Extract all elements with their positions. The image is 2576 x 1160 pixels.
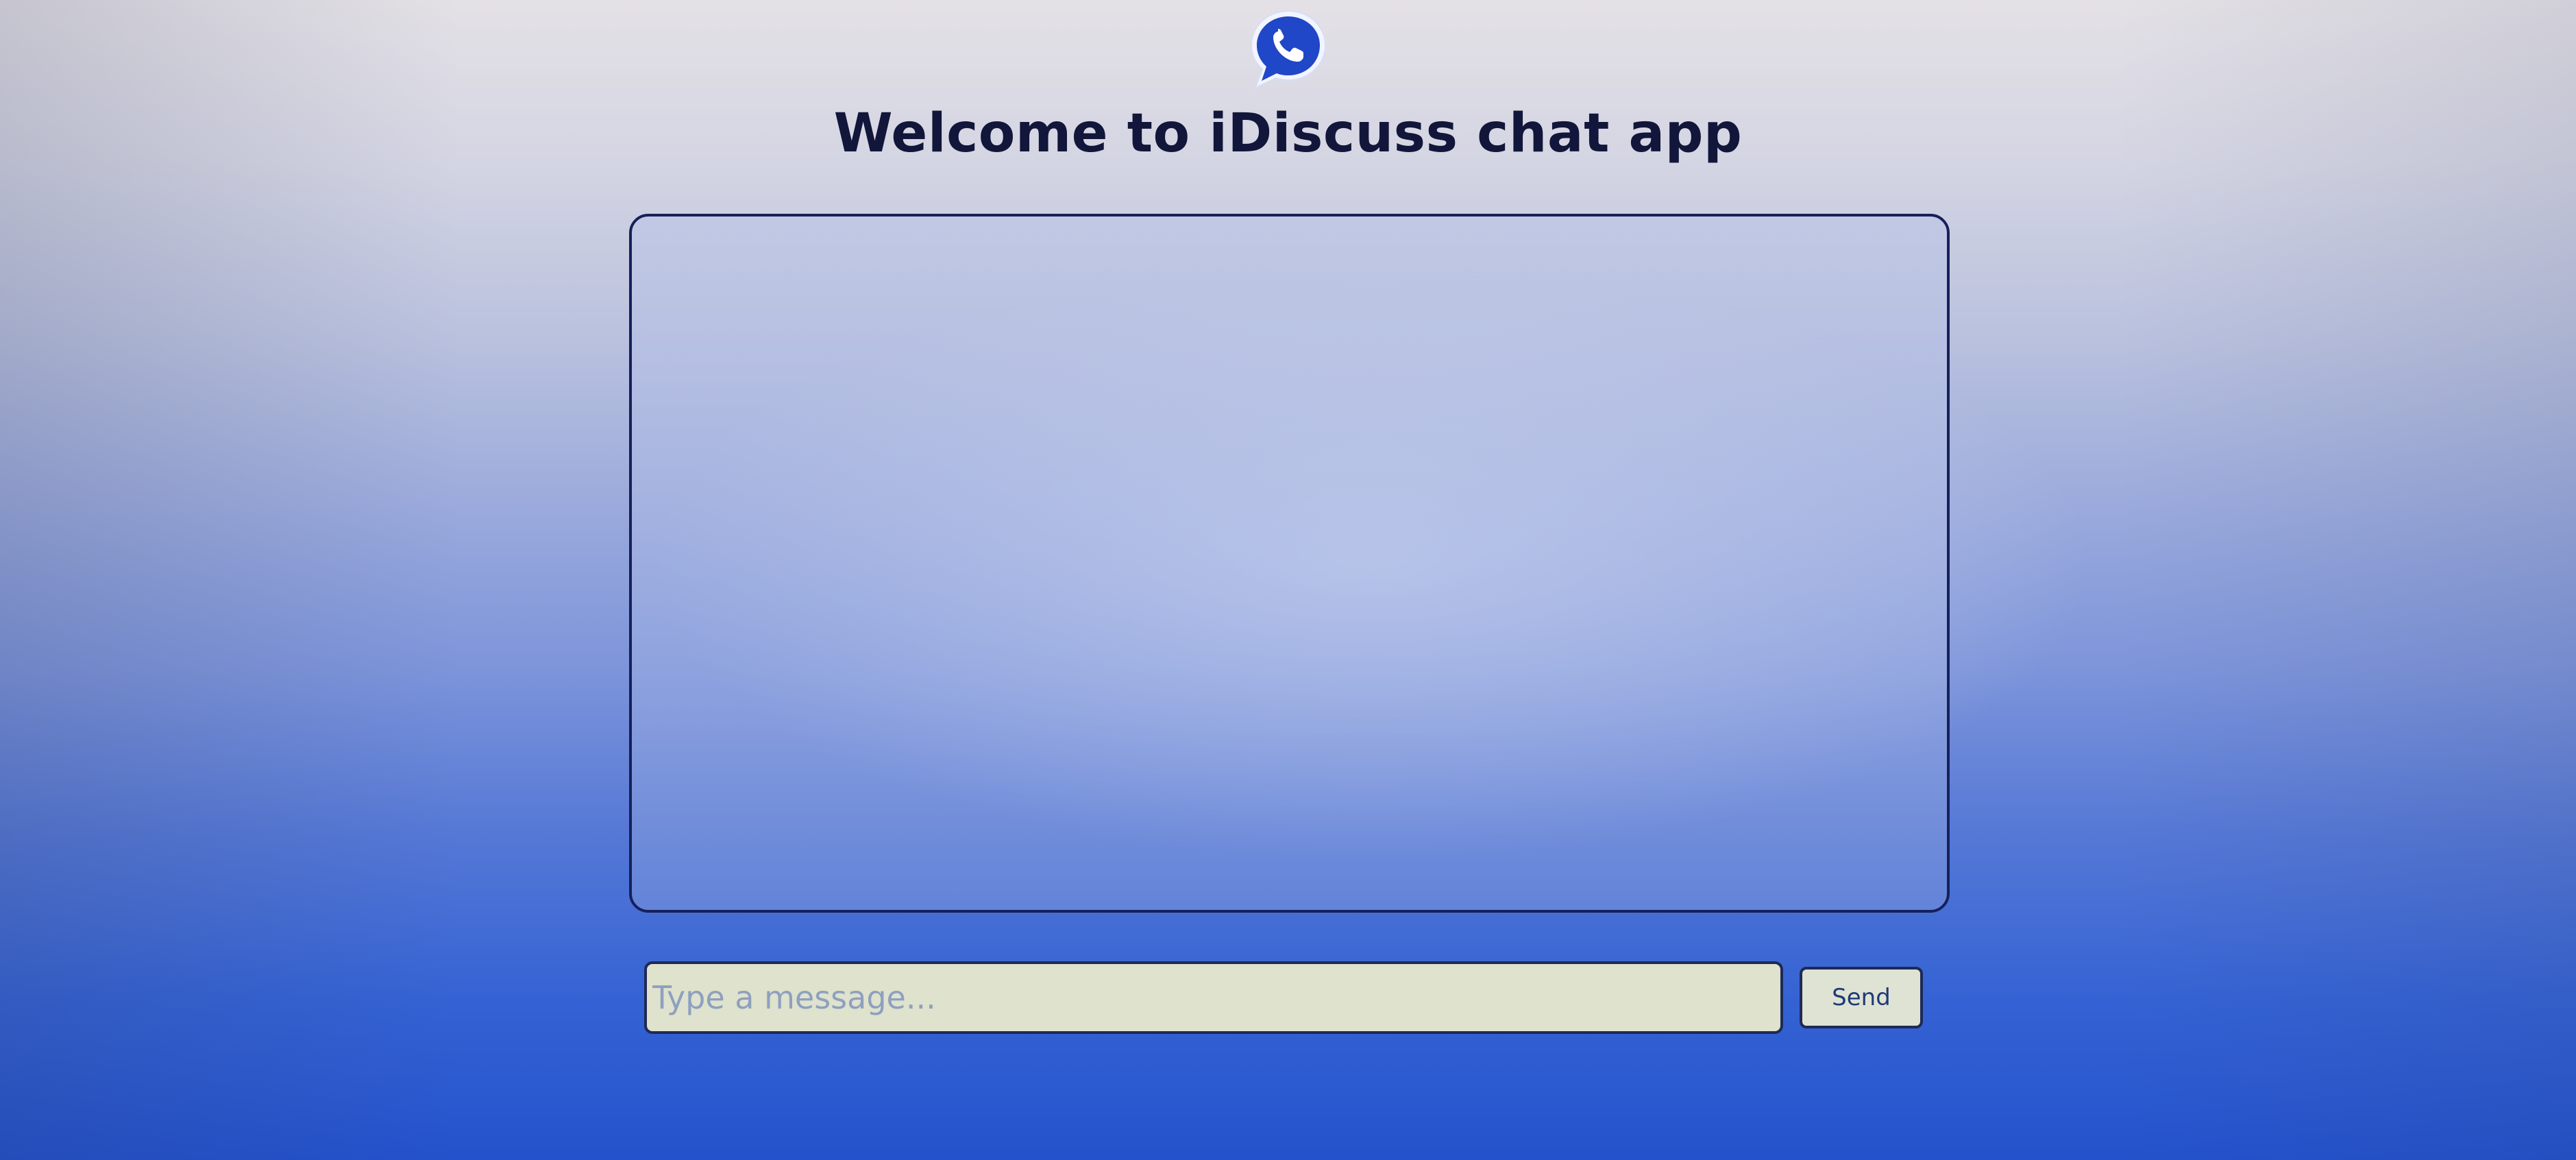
chat-message-area[interactable] <box>629 214 1950 913</box>
message-composer: Send <box>644 961 1926 1034</box>
phone-chat-bubble-icon <box>1246 7 1331 92</box>
send-button[interactable]: Send <box>1800 967 1923 1028</box>
page-title: Welcome to iDiscuss chat app <box>833 103 1743 164</box>
message-input[interactable] <box>644 961 1783 1034</box>
